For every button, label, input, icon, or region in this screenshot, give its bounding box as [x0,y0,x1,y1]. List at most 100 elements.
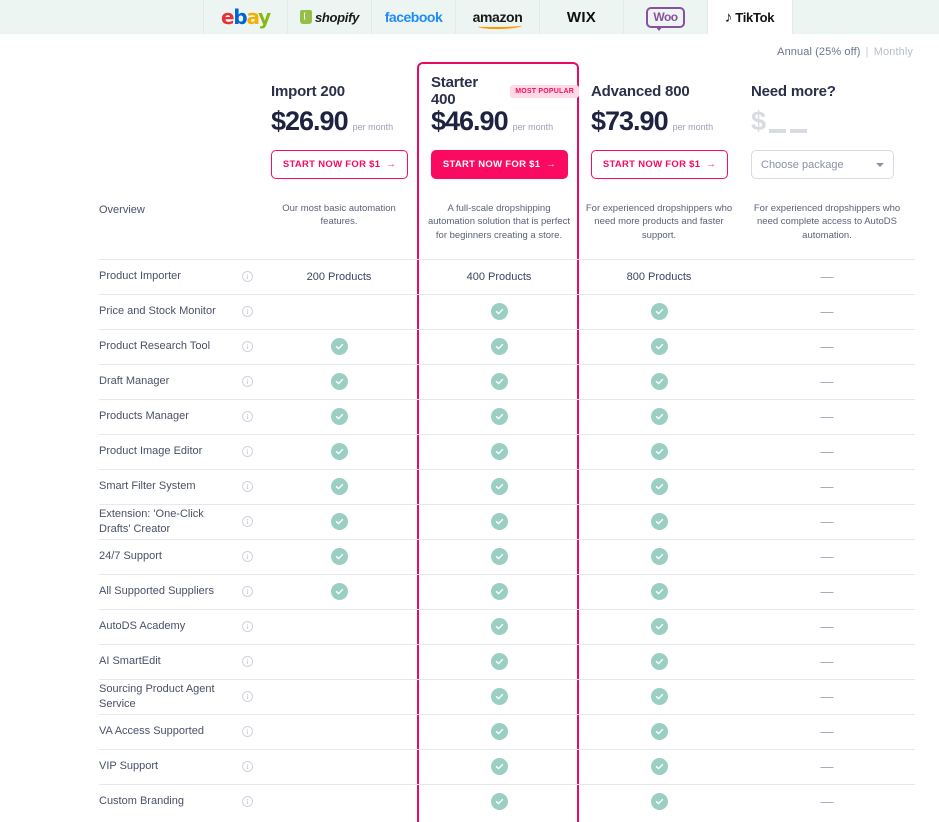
plan-name: Need more? [751,82,836,100]
facebook-icon: facebook [384,9,443,25]
check-icon [490,793,508,811]
feature-value-cell [419,646,579,677]
check-icon [650,723,668,741]
feature-value-cell: — [739,402,915,431]
feature-value-cell [259,541,419,572]
feature-value-cell [579,471,739,502]
info-icon[interactable]: i [242,516,253,528]
tab-wix[interactable]: WIX [540,0,624,34]
feature-value-cell [259,305,419,319]
ebay-icon: ebay [220,5,271,29]
info-icon[interactable]: i [242,586,253,598]
not-available-dash: — [820,794,834,810]
plan-card-need-more: Need more? $ Choose package [739,62,915,195]
tab-woocommerce[interactable]: Woo [624,0,708,34]
feature-value-cell [419,751,579,782]
table-row: Draft Manager i — [99,363,915,399]
choose-package-select[interactable]: Choose package [751,150,894,179]
feature-value-cell: — [739,752,915,781]
feature-value-cell: — [739,507,915,536]
feature-value-cell [579,716,739,747]
tab-facebook[interactable]: facebook [372,0,456,34]
feature-label: AI SmartEdit [99,655,161,668]
info-icon[interactable]: i [242,726,253,738]
tab-shopify[interactable]: shopify [288,0,372,34]
table-row: Price and Stock Monitor i — [99,293,915,329]
table-row: 24/7 Support i — [99,538,915,574]
check-icon [490,443,508,461]
info-icon[interactable]: i [242,376,253,388]
plan-card-import-200: Import 200 $26.90 per month START NOW FO… [259,62,419,195]
check-icon [490,548,508,566]
feature-label: Extension: 'One-Click Drafts' Creator [99,508,204,535]
info-icon[interactable]: i [242,306,253,318]
check-icon [650,303,668,321]
info-icon[interactable]: i [242,621,253,633]
not-available-dash: — [820,444,834,460]
feature-value-cell [259,620,419,634]
table-row: Extension: 'One-Click Drafts' Creator i — [99,503,915,539]
feature-value-cell [579,681,739,712]
feature-value-cell: — [739,577,915,606]
plan-card-advanced-800: Advanced 800 $73.90 per month START NOW … [579,62,739,195]
check-icon [490,478,508,496]
feature-value-cell: — [739,367,915,396]
arrow-right-icon: → [546,159,557,170]
info-icon[interactable]: i [242,796,253,808]
feature-value-cell [419,716,579,747]
tab-tiktok[interactable]: ♪ TikTok [708,0,792,34]
table-row: Sourcing Product Agent Service i — [99,678,915,714]
info-icon[interactable]: i [242,481,253,493]
info-icon[interactable]: i [242,271,253,283]
info-icon[interactable]: i [242,411,253,423]
feature-value-cell [579,401,739,432]
check-icon [490,723,508,741]
info-icon[interactable]: i [242,446,253,458]
info-icon[interactable]: i [242,761,253,773]
table-row: AI SmartEdit i — [99,643,915,679]
tabbar-right-spacer [792,0,939,34]
feature-value-cell [419,611,579,642]
feature-value-cell: — [739,717,915,746]
feature-value-cell: — [739,332,915,361]
info-icon[interactable]: i [242,691,253,703]
info-icon[interactable]: i [242,551,253,563]
plan-price-unit: per month [512,122,554,132]
feature-value-cell [259,576,419,607]
feature-value-cell [419,576,579,607]
not-available-dash: — [820,689,834,705]
feature-value-cell [259,795,419,809]
check-icon [330,548,348,566]
billing-annual-option[interactable]: Annual (25% off) [777,46,860,58]
tab-ebay[interactable]: ebay [204,0,288,34]
start-now-button-starter-400[interactable]: START NOW FOR $1 → [431,150,568,179]
not-available-dash: — [820,269,834,285]
plan-price-unit: per month [352,122,394,132]
not-available-dash: — [820,304,834,320]
feature-value-cell [579,296,739,327]
feature-value-cell: — [739,647,915,676]
info-icon[interactable]: i [242,341,253,353]
check-icon [330,513,348,531]
feature-value-cell [419,366,579,397]
plan-header-grid: Import 200 $26.90 per month START NOW FO… [99,62,915,195]
billing-period-toggle: Annual (25% off) | Monthly [777,46,913,58]
not-available-dash: — [820,759,834,775]
tab-amazon[interactable]: amazon [456,0,540,34]
info-icon[interactable]: i [242,656,253,668]
feature-value-cell [419,471,579,502]
feature-value-cell: — [739,262,915,291]
check-icon [650,688,668,706]
feature-value-cell [259,331,419,362]
feature-value-cell: — [739,612,915,641]
billing-monthly-option[interactable]: Monthly [874,46,913,58]
table-row: AutoDS Academy i — [99,608,915,644]
feature-label: Smart Filter System [99,480,196,493]
feature-label: Sourcing Product Agent Service [99,683,215,710]
start-now-button-advanced-800[interactable]: START NOW FOR $1 → [591,150,728,179]
check-icon [490,408,508,426]
overview-starter-400: A full-scale dropshipping automation sol… [427,203,571,241]
feature-label: Custom Branding [99,795,184,808]
check-icon [490,688,508,706]
start-now-button-import-200[interactable]: START NOW FOR $1 → [271,150,408,179]
